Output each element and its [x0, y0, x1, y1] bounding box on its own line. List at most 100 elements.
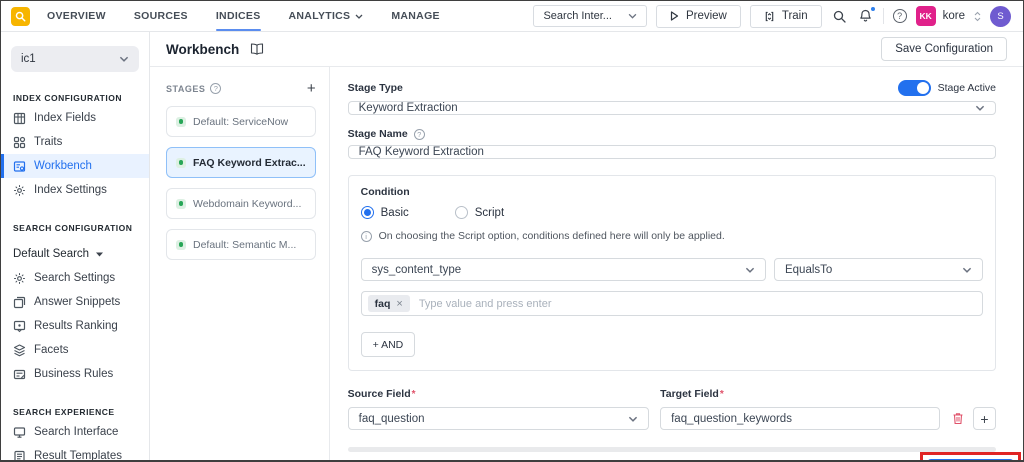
chevron-down-icon	[628, 13, 637, 19]
chevron-down-icon	[629, 416, 638, 422]
sidebar-item-facets[interactable]: Facets	[1, 338, 149, 362]
stages-panel: STAGES ? + Default: ServiceNow FAQ Keywo…	[150, 67, 330, 460]
tag-label: faq	[374, 297, 391, 310]
notifications-bell-icon[interactable]	[857, 7, 875, 25]
sidebar-item-result-templates[interactable]: Result Templates	[1, 444, 149, 460]
stage-form: Stage Type Stage Active Keyword Extracti…	[330, 67, 1023, 460]
condition-label: Condition	[360, 186, 410, 198]
train-button[interactable]: Train	[749, 4, 822, 28]
gear-icon	[13, 272, 26, 285]
info-icon: i	[360, 230, 372, 242]
sidebar-item-index-fields[interactable]: Index Fields	[1, 106, 149, 130]
sidebar-item-label: Business Rules	[34, 368, 114, 380]
stages-header-label: STAGES	[166, 83, 206, 94]
add-and-condition-button[interactable]: + AND	[360, 332, 416, 357]
stages-help-icon[interactable]: ?	[210, 83, 222, 94]
sidebar-item-index-settings[interactable]: Index Settings	[1, 178, 149, 202]
sidebar-item-label: Answer Snippets	[34, 296, 121, 308]
sidebar-item-search-settings[interactable]: Search Settings	[1, 266, 149, 290]
section-title-search-experience: SEARCH EXPERIENCE	[13, 407, 115, 417]
radio-script[interactable]: Script	[454, 206, 504, 219]
account-name: kore	[942, 10, 965, 22]
section-title-index-configuration: INDEX CONFIGURATION	[13, 93, 122, 103]
sidebar-item-label: Index Settings	[34, 184, 107, 196]
sidebar-item-traits[interactable]: Traits	[1, 130, 149, 154]
sidebar-item-answer-snippets[interactable]: Answer Snippets	[1, 290, 149, 314]
nav-manage[interactable]: MANAGE	[391, 1, 439, 31]
user-avatar[interactable]: S	[990, 5, 1011, 27]
condition-operator-select[interactable]: EqualsTo	[773, 258, 983, 281]
radio-basic[interactable]: Basic	[360, 206, 409, 219]
source-field-select[interactable]: faq_question	[347, 407, 650, 430]
stage-name: Default: Semantic M...	[193, 238, 297, 251]
stage-card-default-servicenow[interactable]: Default: ServiceNow	[166, 106, 316, 137]
condition-operator-value: EqualsTo	[784, 263, 833, 276]
stage-type-value: Keyword Extraction	[358, 102, 458, 114]
section-title-search-configuration: SEARCH CONFIGURATION	[13, 223, 133, 233]
search-logo-icon	[15, 11, 26, 21]
workbench-header: Workbench Save Configuration	[150, 32, 1023, 67]
stage-name-help-icon[interactable]: ?	[413, 128, 425, 140]
chevron-down-icon	[745, 267, 755, 273]
source-field-value: faq_question	[358, 412, 425, 425]
sidebar-item-search-interface[interactable]: Search Interface	[1, 420, 149, 444]
radio-basic-label: Basic	[380, 206, 409, 219]
default-search-selector[interactable]: Default Search	[13, 248, 137, 260]
help-icon[interactable]: ?	[892, 9, 907, 23]
condition-field-select[interactable]: sys_content_type	[360, 258, 766, 281]
index-selector-dropdown[interactable]: ic1	[11, 46, 139, 72]
required-marker: *	[411, 389, 416, 400]
sidebar-item-label: Result Templates	[34, 450, 122, 460]
default-search-value: Default Search	[13, 248, 90, 260]
search-icon[interactable]	[831, 8, 848, 25]
preview-button[interactable]: Preview	[655, 4, 741, 28]
stage-card-default-semantic[interactable]: Default: Semantic M...	[166, 229, 316, 260]
sidebar-item-label: Results Ranking	[34, 320, 118, 332]
radio-unselected-icon	[454, 206, 468, 219]
sidebar-item-workbench[interactable]: Workbench	[1, 154, 149, 178]
chevron-down-icon	[119, 56, 129, 62]
nav-analytics[interactable]: ANALYTICS	[289, 1, 364, 31]
stage-type-select[interactable]: Keyword Extraction	[347, 101, 996, 115]
primary-nav: OVERVIEW SOURCES INDICES ANALYTICS MANAG…	[47, 1, 440, 31]
sidebar-item-label: Search Settings	[34, 272, 116, 284]
grid-icon	[13, 112, 26, 125]
nav-indices[interactable]: INDICES	[215, 1, 261, 31]
stage-card-webdomain-keyword[interactable]: Webdomain Keyword...	[166, 188, 316, 219]
trash-icon	[953, 413, 963, 425]
stage-name-label: Stage Name	[347, 128, 408, 140]
left-sidebar: ic1 INDEX CONFIGURATION Index Fields Tra…	[1, 32, 150, 460]
topbar-actions: Search Inter... Preview Train ? KK kore	[533, 4, 1011, 28]
condition-section: Condition Basic Script i On choosing the…	[347, 175, 996, 371]
stage-name-input[interactable]: FAQ Keyword Extraction	[347, 145, 996, 159]
nav-sources[interactable]: SOURCES	[134, 1, 188, 31]
app-selector-dropdown[interactable]: Search Inter...	[533, 5, 647, 27]
account-switcher-carets-icon[interactable]	[974, 11, 981, 22]
stage-status-icon	[176, 157, 186, 168]
condition-value-tag-input[interactable]: faq × Type value and press enter	[360, 291, 983, 316]
delete-row-button[interactable]	[952, 412, 964, 425]
add-stage-button[interactable]: +	[307, 81, 316, 96]
stage-active-toggle[interactable]	[897, 80, 931, 96]
stage-name: Default: ServiceNow	[193, 115, 289, 128]
save-configuration-button[interactable]: Save Configuration	[881, 37, 1007, 61]
condition-field-value: sys_content_type	[371, 263, 462, 276]
stage-name: Webdomain Keyword...	[193, 197, 302, 210]
tag-remove-icon[interactable]: ×	[396, 298, 402, 310]
sidebar-item-results-ranking[interactable]: Results Ranking	[1, 314, 149, 338]
sidebar-item-business-rules[interactable]: Business Rules	[1, 362, 149, 386]
target-field-input[interactable]: faq_question_keywords	[660, 407, 940, 430]
app-window: OVERVIEW SOURCES INDICES ANALYTICS MANAG…	[0, 0, 1024, 462]
index-selector-value: ic1	[21, 53, 36, 65]
target-field-value: faq_question_keywords	[671, 412, 792, 425]
chevron-down-icon	[975, 105, 985, 111]
stage-card-faq-keyword-extraction[interactable]: FAQ Keyword Extrac...	[166, 147, 316, 178]
app-logo[interactable]	[11, 6, 30, 26]
nav-overview[interactable]: OVERVIEW	[47, 1, 106, 31]
account-avatar[interactable]: KK	[915, 6, 936, 26]
guide-book-icon[interactable]	[250, 43, 264, 55]
nav-analytics-label: ANALYTICS	[288, 10, 351, 22]
sidebar-item-label: Facets	[34, 344, 69, 356]
caret-down-icon	[96, 252, 104, 256]
add-field-row-button[interactable]: +	[973, 407, 996, 430]
